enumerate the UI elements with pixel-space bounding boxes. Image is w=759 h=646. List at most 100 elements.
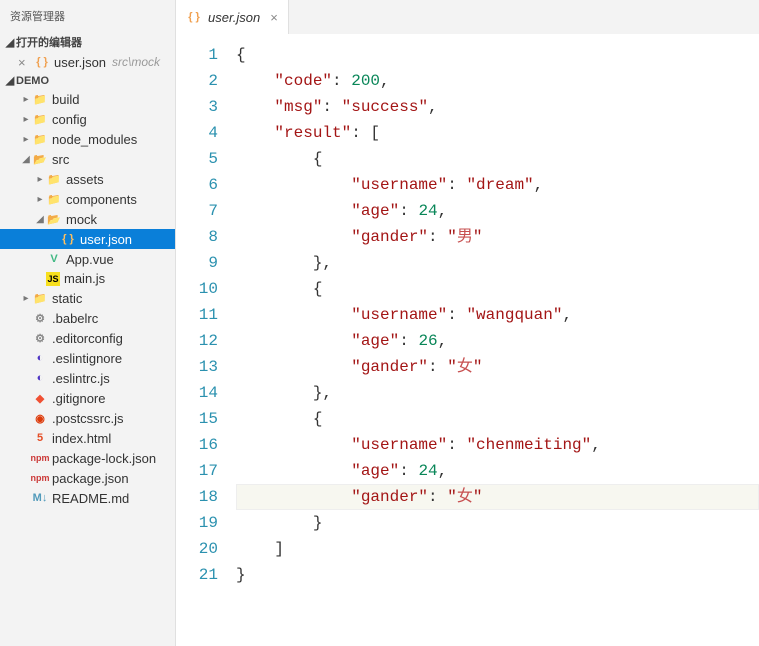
folder-src[interactable]: ◢📂 src bbox=[0, 149, 175, 169]
file--eslintrc-js[interactable]: ◐.eslintrc.js bbox=[0, 368, 175, 388]
code-line[interactable]: { bbox=[236, 406, 759, 432]
line-gutter: 123456789101112131415161718192021 bbox=[176, 34, 236, 646]
code-line[interactable]: "username": "chenmeiting", bbox=[236, 432, 759, 458]
editor-area: { } user.json × 123456789101112131415161… bbox=[176, 0, 759, 646]
chevron-right-icon[interactable]: ▸ bbox=[34, 174, 46, 185]
file-readme-md[interactable]: M↓README.md bbox=[0, 488, 175, 508]
tree-item-label: src bbox=[52, 152, 69, 167]
json-icon: { } bbox=[34, 54, 50, 70]
code-line[interactable]: { bbox=[236, 42, 759, 68]
folder-mock[interactable]: ◢📂mock bbox=[0, 209, 175, 229]
tree-item-label: .babelrc bbox=[52, 311, 98, 326]
code-line[interactable]: "age": 26, bbox=[236, 328, 759, 354]
tab-label: user.json bbox=[208, 10, 260, 25]
tree-item-label: App.vue bbox=[66, 252, 114, 267]
code-line[interactable]: "age": 24, bbox=[236, 198, 759, 224]
code-editor[interactable]: 123456789101112131415161718192021 { "cod… bbox=[176, 34, 759, 646]
code-line[interactable]: }, bbox=[236, 380, 759, 406]
open-editor-path: src\mock bbox=[112, 55, 160, 69]
folder-green-icon: 📁 bbox=[32, 111, 48, 127]
file-tree: ▸📁build▸📁config▸📁node_modules◢📂src▸📁asse… bbox=[0, 89, 175, 508]
line-number: 14 bbox=[176, 380, 218, 406]
line-number: 18 bbox=[176, 484, 218, 510]
line-number: 12 bbox=[176, 328, 218, 354]
folder-static[interactable]: ▸📁 static bbox=[0, 288, 175, 308]
chevron-right-icon[interactable]: ▸ bbox=[20, 293, 32, 304]
config-icon: ⚙ bbox=[32, 310, 48, 326]
code-line[interactable]: "code": 200, bbox=[236, 68, 759, 94]
code-line[interactable]: "gander": "女" bbox=[236, 354, 759, 380]
folder-config[interactable]: ▸📁config bbox=[0, 109, 175, 129]
config-icon: ⚙ bbox=[32, 330, 48, 346]
folder-green-icon: 📁 bbox=[32, 131, 48, 147]
eslint-icon: ◐ bbox=[32, 370, 48, 386]
tree-item-label: components bbox=[66, 192, 137, 207]
chevron-down-icon[interactable]: ◢ bbox=[34, 214, 46, 225]
code-line[interactable]: }, bbox=[236, 250, 759, 276]
file-user-json[interactable]: { }user.json bbox=[0, 229, 175, 249]
chevron-right-icon[interactable]: ▸ bbox=[20, 114, 32, 125]
code-line[interactable]: "username": "wangquan", bbox=[236, 302, 759, 328]
line-number: 7 bbox=[176, 198, 218, 224]
code-line[interactable]: "gander": "男" bbox=[236, 224, 759, 250]
tree-item-label: .eslintignore bbox=[52, 351, 122, 366]
file-main-js[interactable]: JS main.js bbox=[0, 269, 175, 288]
line-number: 1 bbox=[176, 42, 218, 68]
tab-user-json[interactable]: { } user.json × bbox=[176, 0, 289, 34]
close-icon[interactable]: × bbox=[18, 55, 30, 70]
code-line[interactable]: "gander": "女" bbox=[236, 484, 759, 510]
eslint-icon: ◐ bbox=[32, 350, 48, 366]
file-package-lock-json[interactable]: npmpackage-lock.json bbox=[0, 448, 175, 468]
folder-open-icon: 📂 bbox=[32, 151, 48, 167]
line-number: 20 bbox=[176, 536, 218, 562]
line-number: 13 bbox=[176, 354, 218, 380]
code-line[interactable]: { bbox=[236, 146, 759, 172]
chevron-down-icon[interactable]: ◢ bbox=[20, 154, 32, 165]
chevron-right-icon[interactable]: ▸ bbox=[34, 194, 46, 205]
code-line[interactable]: "result": [ bbox=[236, 120, 759, 146]
code-line[interactable]: "username": "dream", bbox=[236, 172, 759, 198]
folder-icon: 📁 bbox=[32, 290, 48, 306]
line-number: 8 bbox=[176, 224, 218, 250]
tree-item-label: main.js bbox=[64, 271, 105, 286]
open-editors-label: 打开的编辑器 bbox=[16, 34, 82, 50]
folder-node-modules[interactable]: ▸📁node_modules bbox=[0, 129, 175, 149]
code-line[interactable]: { bbox=[236, 276, 759, 302]
tree-item-label: index.html bbox=[52, 431, 111, 446]
folder-assets[interactable]: ▸📁assets bbox=[0, 169, 175, 189]
file-app-vue[interactable]: V App.vue bbox=[0, 249, 175, 269]
tree-item-label: static bbox=[52, 291, 82, 306]
file-index-html[interactable]: 5index.html bbox=[0, 428, 175, 448]
code-line[interactable]: } bbox=[236, 510, 759, 536]
chevron-down-icon: ◢ bbox=[4, 36, 16, 49]
chevron-right-icon[interactable]: ▸ bbox=[20, 94, 32, 105]
project-header[interactable]: ◢ DEMO bbox=[0, 72, 175, 89]
js-icon: JS bbox=[46, 272, 60, 286]
file--eslintignore[interactable]: ◐ .eslintignore bbox=[0, 348, 175, 368]
tree-item-label: .postcssrc.js bbox=[52, 411, 124, 426]
tree-item-label: build bbox=[52, 92, 79, 107]
folder-components[interactable]: ▸📁components bbox=[0, 189, 175, 209]
folder-build[interactable]: ▸📁build bbox=[0, 89, 175, 109]
code-line[interactable]: } bbox=[236, 562, 759, 588]
open-editor-name: user.json bbox=[54, 55, 106, 70]
code-line[interactable]: "age": 24, bbox=[236, 458, 759, 484]
file--babelrc[interactable]: ⚙ .babelrc bbox=[0, 308, 175, 328]
open-editor-item[interactable]: × { } user.json src\mock bbox=[0, 52, 175, 72]
file--editorconfig[interactable]: ⚙.editorconfig bbox=[0, 328, 175, 348]
open-editors-header[interactable]: ◢ 打开的编辑器 bbox=[0, 32, 175, 52]
code-line[interactable]: "msg": "success", bbox=[236, 94, 759, 120]
vue-icon: V bbox=[46, 251, 62, 267]
line-number: 9 bbox=[176, 250, 218, 276]
file--gitignore[interactable]: ◆.gitignore bbox=[0, 388, 175, 408]
line-number: 4 bbox=[176, 120, 218, 146]
line-number: 16 bbox=[176, 432, 218, 458]
file-package-json[interactable]: npmpackage.json bbox=[0, 468, 175, 488]
code-line[interactable]: ] bbox=[236, 536, 759, 562]
code-content[interactable]: { "code": 200, "msg": "success", "result… bbox=[236, 34, 759, 646]
file--postcssrc-js[interactable]: ◉.postcssrc.js bbox=[0, 408, 175, 428]
close-icon[interactable]: × bbox=[270, 10, 278, 25]
line-number: 6 bbox=[176, 172, 218, 198]
line-number: 10 bbox=[176, 276, 218, 302]
chevron-right-icon[interactable]: ▸ bbox=[20, 134, 32, 145]
